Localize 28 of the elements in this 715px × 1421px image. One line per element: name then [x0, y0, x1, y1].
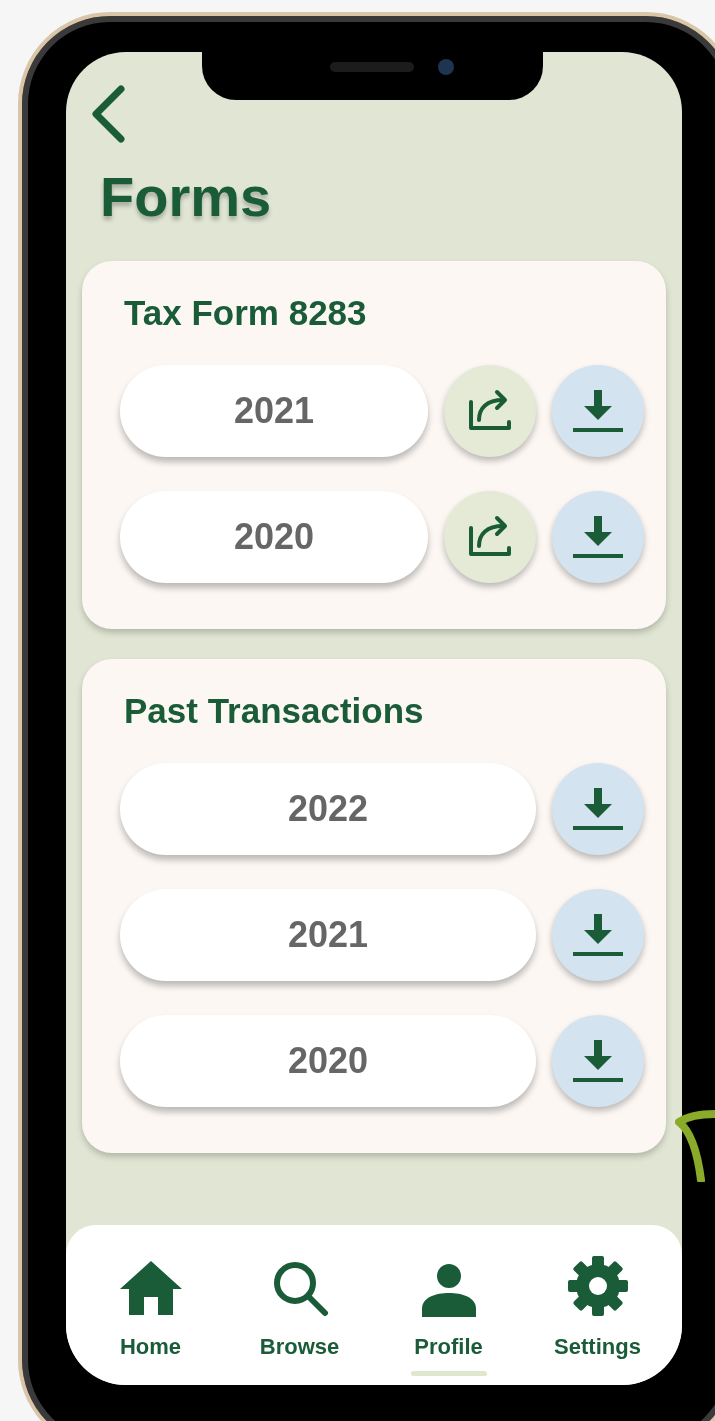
download-icon — [573, 786, 623, 832]
year-button[interactable]: 2020 — [120, 491, 428, 583]
camera-lens — [438, 59, 454, 75]
download-button[interactable] — [552, 763, 644, 855]
download-button[interactable] — [552, 1015, 644, 1107]
year-button[interactable]: 2022 — [120, 763, 536, 855]
nav-tab[interactable]: Profile — [383, 1255, 514, 1376]
download-button[interactable] — [552, 491, 644, 583]
share-button[interactable] — [444, 365, 536, 457]
share-button[interactable] — [444, 491, 536, 583]
download-icon — [573, 514, 623, 560]
gear-icon — [566, 1255, 629, 1317]
download-icon — [573, 388, 623, 434]
page-title: Forms — [100, 165, 273, 229]
nav-tab[interactable]: Browse — [234, 1255, 365, 1376]
download-button[interactable] — [552, 889, 644, 981]
year-button[interactable]: 2020 — [120, 1015, 536, 1107]
download-button[interactable] — [552, 365, 644, 457]
nav-tab[interactable]: Settings — [532, 1255, 663, 1376]
person-icon — [421, 1263, 476, 1317]
year-button[interactable]: 2021 — [120, 889, 536, 981]
section-title: Past Transactions — [124, 690, 425, 732]
section-title: Tax Form 8283 — [124, 292, 368, 334]
download-icon — [573, 912, 623, 958]
nav-tab[interactable]: Home — [85, 1255, 216, 1376]
download-icon — [573, 1038, 623, 1084]
back-chevron-icon — [91, 85, 125, 143]
year-button[interactable]: 2021 — [120, 365, 428, 457]
